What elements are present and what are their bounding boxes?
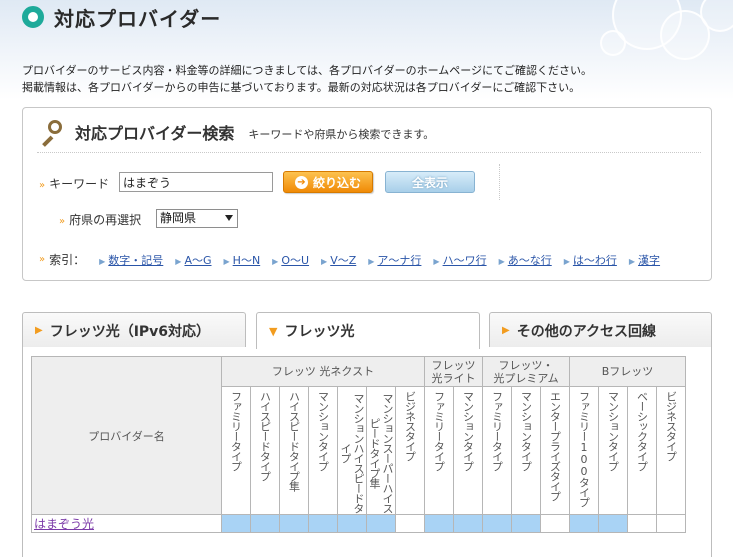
column-header: ビジネスタイプ	[656, 386, 686, 515]
search-panel: 対応プロバイダー検索 キーワードや府県から検索できます。 »キーワード ➔絞り込…	[22, 107, 712, 281]
column-header: マンションスーパーハイスピードタイプ隼	[366, 386, 396, 515]
provider-table: プロバイダー名 フレッツ 光ネクスト フレッツ 光ライト フレッツ・ 光プレミアム …	[31, 356, 686, 533]
support-cell-available	[569, 514, 599, 533]
page-title: 対応プロバイダー	[54, 6, 222, 31]
index-link-ha-wa-kata[interactable]: ▶ ハ〜ワ行	[433, 252, 486, 268]
tab-flets-hikari[interactable]: ▼ フレッツ光	[256, 312, 480, 349]
index-link-a-na-hira[interactable]: ▶ あ〜な行	[499, 252, 552, 268]
column-header: ビジネスタイプ	[395, 386, 425, 515]
provider-name-header: プロバイダー名	[31, 356, 222, 515]
column-header: マンションタイプ	[598, 386, 628, 515]
index-link-h-n[interactable]: ▶ H〜N	[224, 252, 261, 268]
index-link-kanji[interactable]: ▶ 漢字	[629, 252, 660, 268]
divider	[37, 152, 701, 153]
support-cell-unavailable	[627, 514, 657, 533]
support-cell-available	[221, 514, 251, 533]
provider-link[interactable]: はまぞう光	[34, 517, 94, 531]
provider-cell: はまぞう光	[31, 514, 222, 533]
column-header: マンションタイプ	[453, 386, 483, 515]
decor-bubble	[600, 30, 626, 56]
index-link-o-u[interactable]: ▶ O〜U	[272, 252, 309, 268]
tab-flets-ipv6[interactable]: ▶ フレッツ光（IPv6対応）	[22, 312, 246, 348]
chevron-right-icon: »	[39, 254, 46, 265]
show-all-button[interactable]: 全表示	[385, 171, 475, 193]
column-header: ハイスピードタイプ	[250, 386, 280, 515]
chevron-right-icon: »	[59, 216, 66, 227]
triangle-right-icon: ▶	[628, 256, 636, 266]
search-title: 対応プロバイダー検索	[75, 124, 235, 143]
group-header-b-flets: Bフレッツ	[569, 356, 686, 387]
tab-other-access[interactable]: ▶ その他のアクセス回線	[489, 312, 712, 348]
dropdown-caret-icon	[225, 215, 233, 221]
search-subtitle: キーワードや府県から検索できます。	[248, 127, 435, 141]
column-header: マンションタイプ	[308, 386, 338, 515]
index-row: » 索引： ▶ 数字・記号 ▶ A〜G ▶ H〜N ▶ O〜U ▶ V〜Z ▶ ア〜ナ行 ▶…	[39, 251, 672, 268]
page-header: 対応プロバイダー プロバイダーのサービス内容・料金等の詳細につきましては、各プロ…	[0, 0, 733, 100]
support-cell-available	[482, 514, 512, 533]
keyword-input[interactable]	[119, 172, 273, 192]
arrow-right-icon: ➔	[294, 175, 308, 189]
support-cell-available	[366, 514, 396, 533]
triangle-right-icon: ▶	[99, 256, 106, 266]
index-link-v-z[interactable]: ▶ V〜Z	[321, 252, 356, 268]
support-cell-available	[511, 514, 541, 533]
prefecture-select[interactable]: 静岡県	[156, 209, 238, 228]
support-cell-available	[453, 514, 483, 533]
index-link-ha-wa-hira[interactable]: ▶ は〜わ行	[564, 252, 617, 268]
ring-icon	[22, 6, 44, 28]
triangle-right-icon: ▶	[498, 256, 505, 266]
search-header: 対応プロバイダー検索 キーワードや府県から検索できます。	[39, 119, 435, 147]
column-header: ファミリー100タイプ	[569, 386, 599, 515]
triangle-right-icon: ▶	[223, 256, 230, 266]
intro-line-2: 掲載情報は、各プロバイダーからの申告に基づいております。最新の対応状況は各プロバ…	[22, 81, 581, 94]
support-cell-available	[598, 514, 628, 533]
narrow-button[interactable]: ➔ 絞り込む	[283, 171, 373, 193]
chevron-right-icon: »	[39, 180, 46, 191]
column-header: ファミリータイプ	[482, 386, 512, 515]
column-header: ファミリータイプ	[221, 386, 251, 515]
column-header: マンションタイプ	[511, 386, 541, 515]
triangle-right-icon: ▶	[175, 256, 182, 266]
support-cell-available	[279, 514, 309, 533]
title-row: 対応プロバイダー	[22, 3, 221, 31]
prefecture-label: » 府県の再選択	[59, 213, 142, 227]
group-header-light: フレッツ 光ライト	[424, 356, 483, 387]
magnifier-icon	[39, 119, 65, 147]
column-header: ハイスピードタイプ隼	[279, 386, 309, 515]
support-cell-available	[250, 514, 280, 533]
triangle-right-icon: ▶	[563, 256, 570, 266]
support-cell-unavailable	[540, 514, 570, 533]
keyword-label: » キーワード	[39, 177, 110, 191]
intro-text: プロバイダーのサービス内容・料金等の詳細につきましては、各プロバイダーのホームペ…	[22, 62, 592, 96]
index-label: 索引：	[49, 253, 86, 267]
support-cell-available	[308, 514, 338, 533]
support-cell-available	[337, 514, 367, 533]
support-cell-available	[424, 514, 454, 533]
triangle-right-icon: ▶	[368, 256, 375, 266]
column-header: エンタープライズタイプ	[540, 386, 570, 515]
group-header-premium: フレッツ・ 光プレミアム	[482, 356, 570, 387]
table-row: はまぞう光	[31, 514, 686, 533]
group-header-next: フレッツ 光ネクスト	[221, 356, 425, 387]
column-header: ベーシックタイプ	[627, 386, 657, 515]
column-header: マンションハイスピードタイプ	[337, 386, 367, 515]
triangle-right-icon: ▶	[272, 256, 279, 266]
triangle-right-icon: ▶	[433, 256, 440, 266]
support-cell-unavailable	[395, 514, 425, 533]
support-cell-unavailable	[656, 514, 686, 533]
divider	[499, 164, 500, 200]
triangle-down-icon: ▼	[269, 324, 278, 338]
index-link-digits[interactable]: ▶ 数字・記号	[99, 252, 163, 268]
triangle-right-icon: ▶	[35, 325, 43, 336]
intro-line-1: プロバイダーのサービス内容・料金等の詳細につきましては、各プロバイダーのホームペ…	[22, 64, 593, 77]
triangle-right-icon: ▶	[321, 256, 328, 266]
column-header: ファミリータイプ	[424, 386, 454, 515]
index-link-a-na-kata[interactable]: ▶ ア〜ナ行	[368, 252, 421, 268]
index-link-a-g[interactable]: ▶ A〜G	[175, 252, 211, 268]
tab-bar: ▶ フレッツ光（IPv6対応） ▼ フレッツ光 ▶ その他のアクセス回線	[22, 312, 712, 349]
triangle-right-icon: ▶	[502, 325, 510, 336]
